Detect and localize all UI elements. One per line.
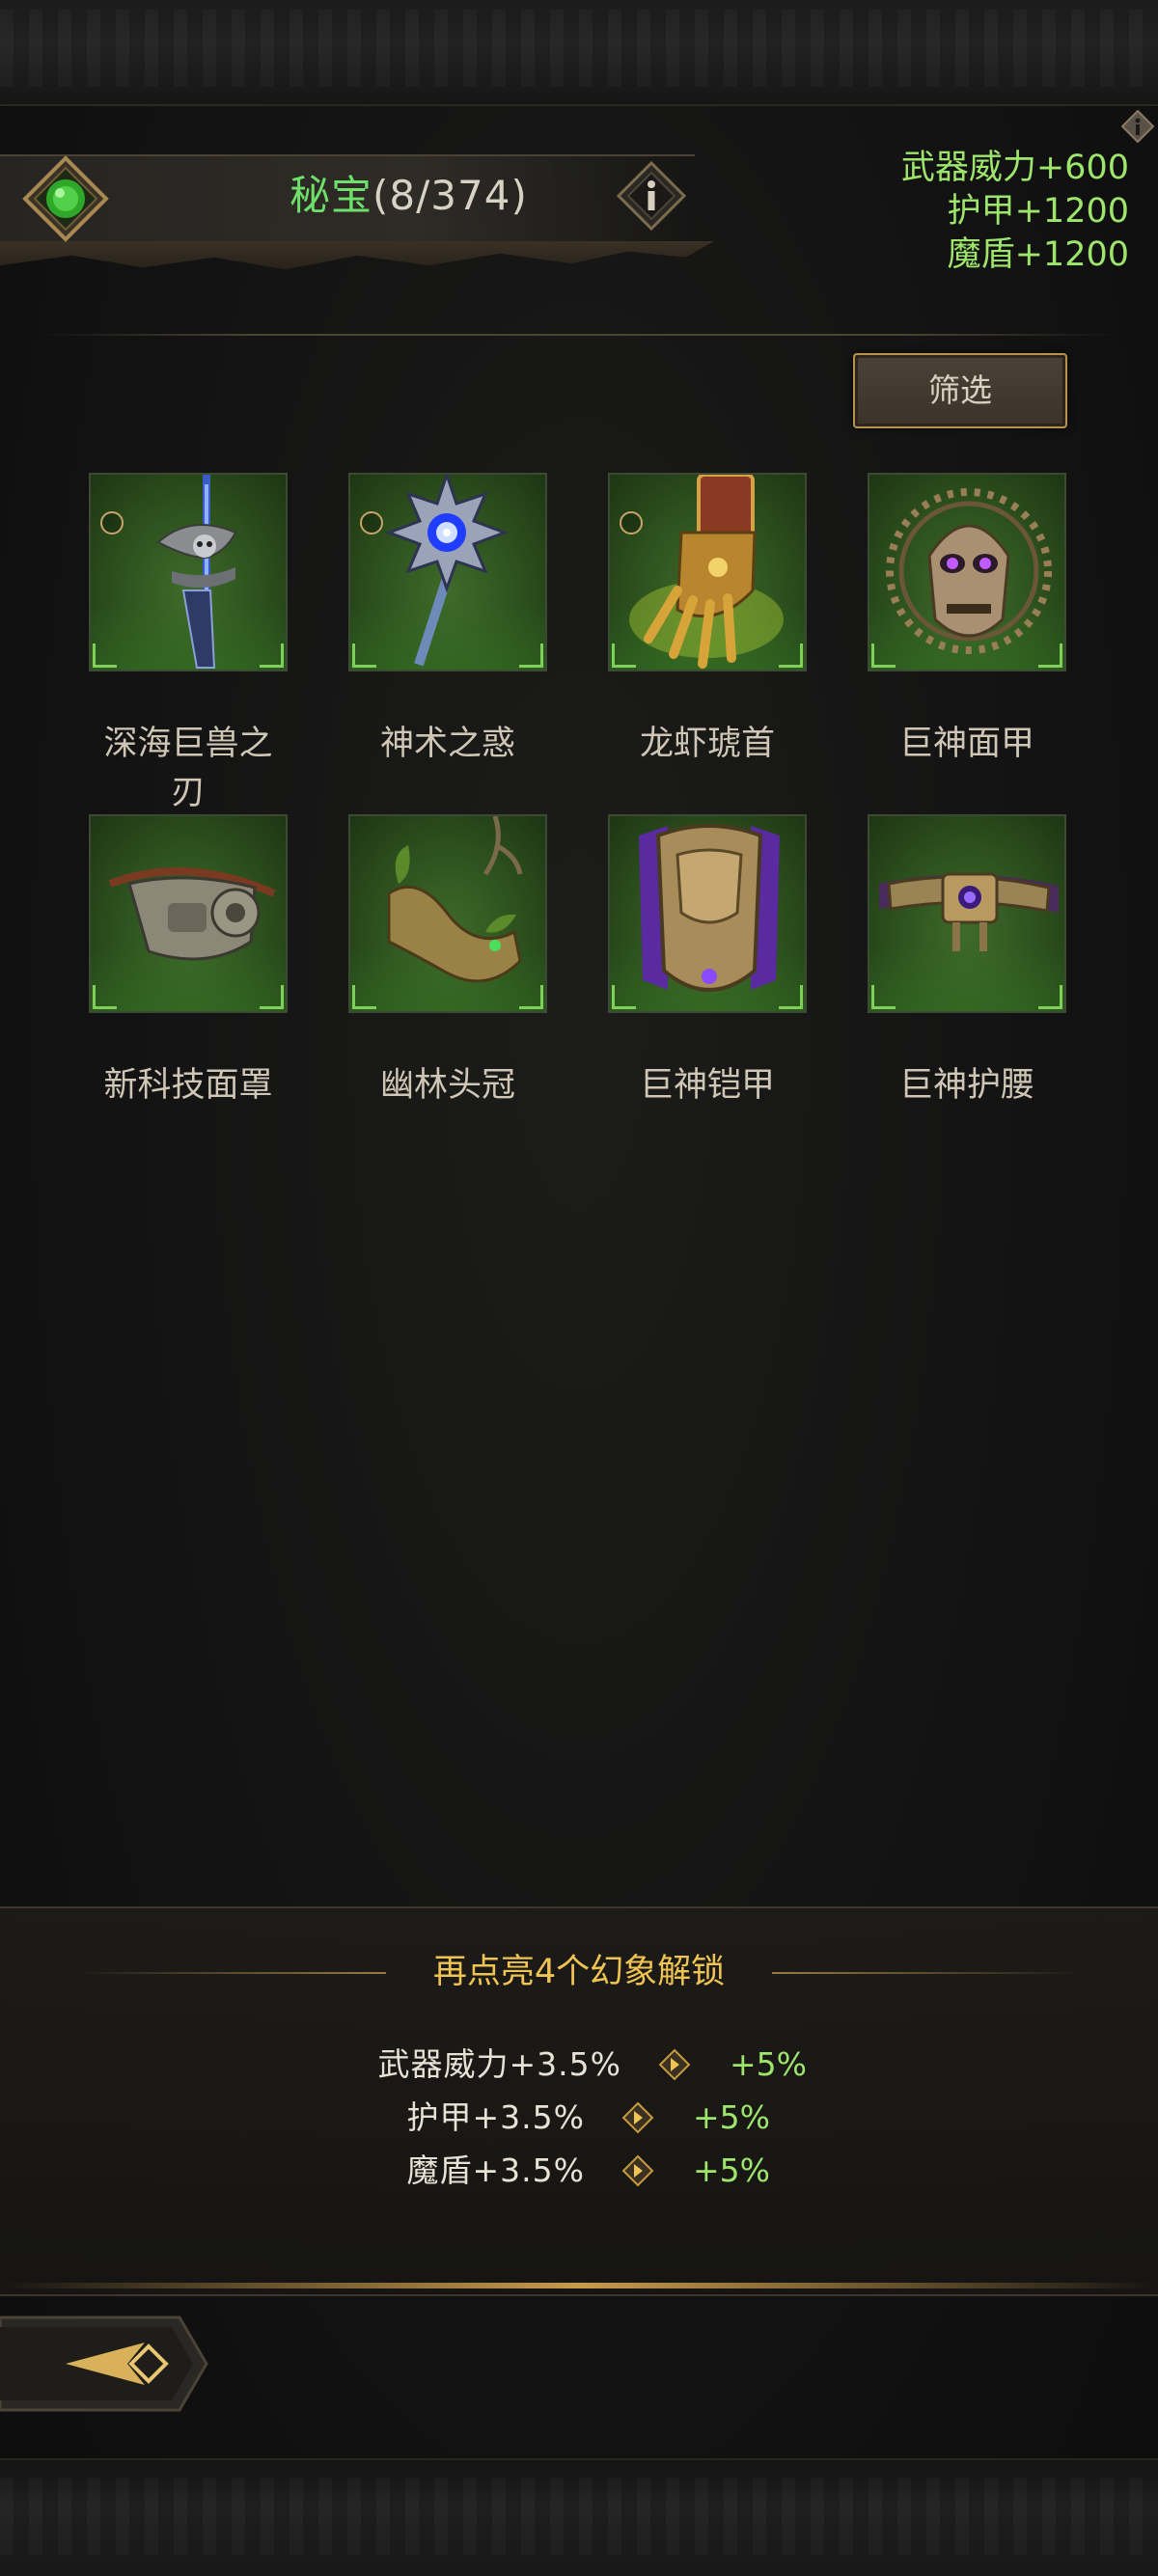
item-card[interactable]: 巨神面甲 — [868, 473, 1068, 765]
unlock-row: 武器威力+3.5% +5% — [0, 2041, 1158, 2089]
frame-corner — [779, 644, 803, 668]
header-divider — [39, 334, 1119, 336]
item-frame — [89, 814, 288, 1013]
frame-corner — [260, 985, 284, 1009]
stats-info-icon[interactable] — [1121, 110, 1154, 143]
unlock-row: 魔盾+3.5% +5% — [0, 2147, 1158, 2195]
arrow-right-icon — [621, 2154, 654, 2187]
frame-corner — [779, 985, 803, 1009]
frame-corner — [612, 985, 636, 1009]
item-name: 巨神面甲 — [898, 725, 1034, 763]
skull-mask-icon — [886, 488, 1052, 654]
title-count: (8/374) — [372, 172, 528, 219]
item-card[interactable]: 幽林头冠 — [348, 814, 549, 1107]
banner-torn-edge — [0, 241, 714, 270]
item-frame — [89, 473, 288, 671]
item-name: 新科技面罩 — [103, 1066, 273, 1105]
frame-corner — [519, 644, 543, 668]
item-card[interactable]: 巨神护腰 — [868, 814, 1068, 1107]
unlock-bonus-value: +5% — [693, 2151, 771, 2189]
frame-corner — [352, 644, 376, 668]
stat-bonus-list: 武器威力+600 护甲+1200 魔盾+1200 — [901, 147, 1129, 277]
item-card[interactable]: 神术之惑 — [348, 473, 549, 765]
arrow-right-icon — [658, 2048, 691, 2081]
stat-armor: 护甲+1200 — [947, 192, 1129, 231]
item-frame — [608, 814, 807, 1013]
item-card[interactable]: 巨神铠甲 — [608, 814, 809, 1107]
filter-button[interactable]: 筛选 — [853, 353, 1067, 428]
bottom-ornament — [0, 2458, 1158, 2576]
item-name: 巨神铠甲 — [639, 1066, 775, 1105]
info-icon[interactable] — [616, 160, 687, 232]
frame-corner — [260, 644, 284, 668]
owned-marker-icon — [360, 511, 383, 534]
unlock-row: 护甲+3.5% +5% — [0, 2094, 1158, 2142]
item-card[interactable]: 龙虾琥首 — [608, 473, 809, 765]
staff-icon — [384, 475, 510, 667]
frame-corner — [1038, 644, 1062, 668]
tech-mask-icon — [108, 867, 276, 961]
frame-corner — [871, 985, 896, 1009]
owned-marker-icon — [620, 511, 643, 534]
stat-weapon-power: 武器威力+600 — [900, 149, 1129, 187]
item-card[interactable]: 深海巨兽之刃 — [89, 473, 290, 814]
unlock-title: 再点亮4个幻象解锁 — [432, 1953, 726, 1991]
item-name: 深海巨兽之刃 — [103, 725, 273, 812]
item-name: 幽林头冠 — [379, 1066, 515, 1105]
item-frame — [608, 473, 807, 671]
item-frame — [868, 473, 1066, 671]
title-text: 秘宝 — [290, 172, 373, 219]
collection-screen: 秘宝(8/374) 武器威力+600 护甲+1200 魔盾+1200 筛选 深海… — [0, 0, 1158, 2576]
frame-corner — [93, 985, 117, 1009]
frame-corner — [612, 644, 636, 668]
page-title: 秘宝(8/374) — [290, 172, 528, 220]
unlock-current-value: 魔盾+3.5% — [406, 2151, 585, 2189]
back-button[interactable] — [0, 2314, 212, 2414]
item-card[interactable]: 新科技面罩 — [89, 814, 290, 1107]
crown-icon — [387, 816, 523, 983]
unlock-bonus-value: +5% — [730, 2045, 808, 2083]
unlock-current-value: 武器威力+3.5% — [377, 2045, 621, 2083]
panel-bottom-glow — [0, 2283, 1158, 2288]
owned-marker-icon — [100, 511, 124, 534]
top-ornament — [0, 0, 1158, 106]
frame-corner — [519, 985, 543, 1009]
gauntlet-icon — [629, 475, 784, 669]
belt-icon — [879, 872, 1059, 951]
treasure-emblem-icon — [22, 155, 109, 242]
frame-corner — [871, 644, 896, 668]
unlock-bonus-value: +5% — [693, 2098, 771, 2136]
item-name: 神术之惑 — [379, 725, 515, 763]
frame-corner — [93, 644, 117, 668]
item-name: 巨神护腰 — [898, 1066, 1034, 1105]
frame-corner — [352, 985, 376, 1009]
armor-icon — [639, 824, 780, 992]
unlock-current-value: 护甲+3.5% — [406, 2098, 585, 2136]
sword-icon — [156, 475, 237, 669]
arrow-right-icon — [621, 2101, 654, 2134]
item-frame — [868, 814, 1066, 1013]
item-name: 龙虾琥首 — [639, 725, 775, 763]
stat-magic-shield: 魔盾+1200 — [947, 235, 1129, 274]
item-frame — [348, 473, 547, 671]
item-frame — [348, 814, 547, 1013]
frame-corner — [1038, 985, 1062, 1009]
